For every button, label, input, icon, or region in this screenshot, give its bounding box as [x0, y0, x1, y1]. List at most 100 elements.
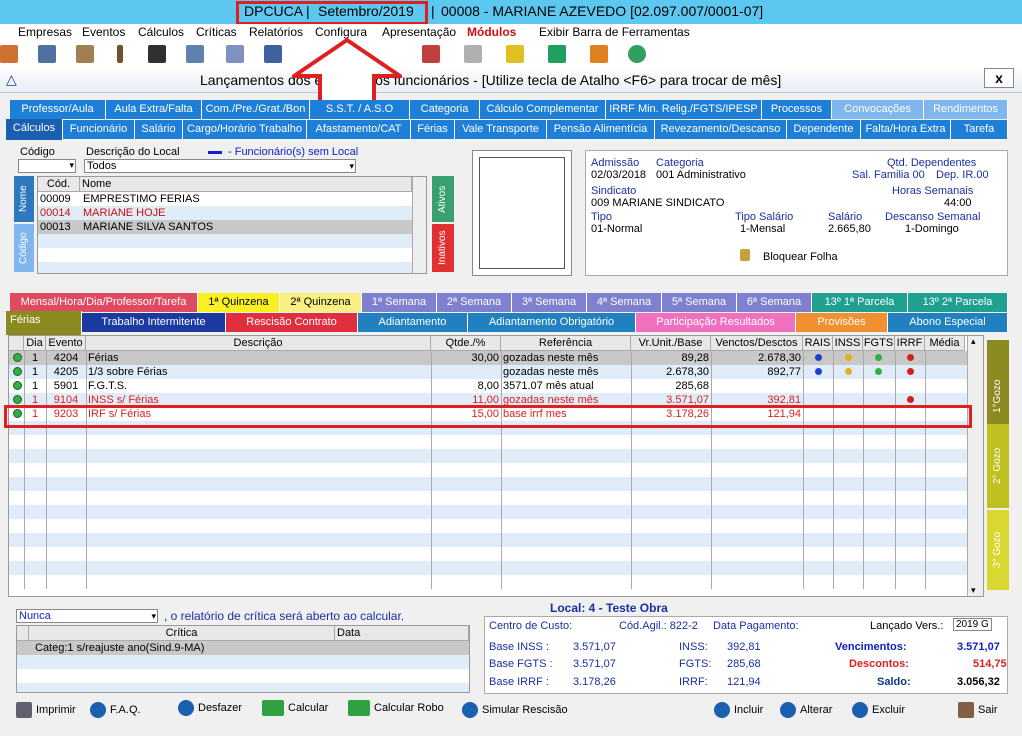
menu-configura[interactable]: Configura [315, 25, 367, 39]
tool-icon-8[interactable] [264, 45, 282, 63]
tab-13-2-parcela[interactable]: 13º 2ª Parcela [908, 293, 1008, 312]
menu-modulos[interactable]: Módulos [467, 25, 516, 39]
tab-adiantamento[interactable]: Adiantamento [358, 313, 468, 332]
employee-row-selected[interactable]: 00013 MARIANE SILVA SANTOS [38, 220, 412, 234]
tab-revezamento[interactable]: Revezamento/Descanso [655, 120, 787, 139]
menu-exibir-barra[interactable]: Exibir Barra de Ferramentas [539, 25, 690, 39]
critica-select[interactable]: Nunca ▾ [16, 609, 158, 623]
menu-calculos[interactable]: Cálculos [138, 25, 184, 39]
tab-2-quinzena[interactable]: 2ª Quinzena [280, 293, 362, 312]
tab-funcionario[interactable]: Funcionário [63, 120, 135, 139]
tab-6-semana[interactable]: 6ª Semana [737, 293, 812, 312]
sair-button[interactable]: Sair [958, 702, 998, 718]
employee-row[interactable]: 00009 EMPRESTIMO FERIAS [38, 192, 412, 206]
tool-icon-12[interactable] [548, 45, 566, 63]
tab-irrf-min[interactable]: IRRF Min. Relig./FGTS/IPESP [606, 100, 762, 119]
check-icon[interactable] [628, 45, 646, 63]
tab-aula-extra[interactable]: Aula Extra/Falta [106, 100, 202, 119]
faq-button[interactable]: F.A.Q. [90, 702, 141, 718]
row-status-icon[interactable] [13, 367, 22, 376]
tab-professor-aula[interactable]: Professor/Aula [10, 100, 106, 119]
tab-calculos[interactable]: Cálculos [6, 119, 63, 140]
simular-rescisao-button[interactable]: Simular Rescisão [462, 702, 568, 718]
desfazer-button[interactable]: Desfazer [178, 700, 242, 716]
tool-icon-7[interactable] [226, 45, 244, 63]
event-row[interactable]: 1 5901 F.G.T.S. 8,00 3571.07 mês atual 285,68 [9, 379, 967, 393]
side-tab-codigo[interactable]: Código [14, 224, 34, 272]
tab-trabalho-intermitente[interactable]: Trabalho Intermitente [82, 313, 226, 332]
calcular-robo-button[interactable]: Calcular Robo [348, 700, 444, 716]
tab-3-semana[interactable]: 3ª Semana [512, 293, 587, 312]
tab-afastamento[interactable]: Afastamento/CAT [307, 120, 411, 139]
critica-row[interactable]: Categ:1 s/reajuste ano(Sind.9-MA) [17, 641, 469, 655]
tab-dependente[interactable]: Dependente [787, 120, 861, 139]
tab-adiantamento-obrigatorio[interactable]: Adiantamento Obrigatório [468, 313, 636, 332]
event-row[interactable]: 1 4204 Férias 30,00 gozadas neste mês 89,28 2.… [9, 351, 967, 365]
tab-salario[interactable]: Salário [135, 120, 183, 139]
menu-empresas[interactable]: Empresas [18, 25, 72, 39]
gozo-2-tab[interactable]: 2° Gozo [987, 424, 1009, 508]
tab-participacao[interactable]: Participação Resultados [636, 313, 796, 332]
menu-criticas[interactable]: Críticas [196, 25, 237, 39]
menu-eventos[interactable]: Eventos [82, 25, 125, 39]
row-status-icon[interactable] [13, 381, 22, 390]
tool-icon-10[interactable] [464, 45, 482, 63]
tab-1-semana[interactable]: 1ª Semana [362, 293, 437, 312]
tab-falta-hora-extra[interactable]: Falta/Hora Extra [861, 120, 951, 139]
tool-icon-3[interactable] [76, 45, 94, 63]
tab-processos[interactable]: Processos [762, 100, 832, 119]
event-row[interactable]: 1 4205 1/3 sobre Férias gozadas neste mês 2.… [9, 365, 967, 379]
tab-2-semana[interactable]: 2ª Semana [437, 293, 512, 312]
incluir-button[interactable]: Incluir [714, 702, 763, 718]
tab-4-semana[interactable]: 4ª Semana [587, 293, 662, 312]
notification-icon[interactable] [590, 45, 608, 63]
tab-rendimentos[interactable]: Rendimentos [924, 100, 1008, 119]
tab-5-semana[interactable]: 5ª Semana [662, 293, 737, 312]
calcular-button[interactable]: Calcular [262, 700, 328, 716]
ativos-tab[interactable]: Ativos [432, 176, 454, 222]
tab-categoria[interactable]: Categoria [410, 100, 480, 119]
row-status-icon[interactable] [13, 395, 22, 404]
tab-13-1-parcela[interactable]: 13º 1ª Parcela [812, 293, 908, 312]
tab-pensao[interactable]: Pensão Alimentícia [547, 120, 655, 139]
menu-relatorios[interactable]: Relatórios [249, 25, 303, 39]
tab-ferias-selected[interactable]: Férias [6, 311, 82, 335]
tab-calculo-complementar[interactable]: Cálculo Complementar [480, 100, 606, 119]
inativos-tab[interactable]: Inativos [432, 224, 454, 272]
tool-icon-9[interactable] [422, 45, 440, 63]
tab-vale-transporte[interactable]: Vale Transporte [455, 120, 547, 139]
side-tab-nome[interactable]: Nome [14, 176, 34, 222]
warning-icon[interactable] [506, 45, 524, 63]
imprimir-button[interactable]: Imprimir [16, 702, 76, 718]
excluir-button[interactable]: Excluir [852, 702, 905, 718]
chevron-down-icon[interactable]: ▾ [971, 585, 976, 596]
tab-rescisao[interactable]: Rescisão Contrato [226, 313, 358, 332]
tab-1-quinzena[interactable]: 1ª Quinzena [198, 293, 280, 312]
tool-icon-6[interactable] [186, 45, 204, 63]
alterar-button[interactable]: Alterar [780, 702, 832, 718]
gozo-3-tab[interactable]: 3° Gozo [987, 510, 1009, 590]
tab-sst-aso[interactable]: S.S.T. / A.S.O [310, 100, 410, 119]
tool-icon-4[interactable] [117, 45, 123, 63]
tab-ferias[interactable]: Férias [411, 120, 455, 139]
tab-convocacoes[interactable]: Convocações [832, 100, 924, 119]
tab-provisoes[interactable]: Provisões [796, 313, 888, 332]
chevron-up-icon[interactable]: ▴ [971, 336, 976, 347]
menu-apresentacao[interactable]: Apresentação [382, 25, 456, 39]
tool-icon-1[interactable] [0, 45, 18, 63]
tool-icon-2[interactable] [38, 45, 56, 63]
close-button[interactable]: x [984, 68, 1014, 88]
bloquear-folha-button[interactable]: Bloquear Folha [763, 251, 838, 263]
events-scrollbar[interactable]: ▴ ▾ [967, 336, 983, 596]
descricao-local-select[interactable]: Todos ▾ [84, 159, 356, 173]
tab-com-pre-grat[interactable]: Com./Pre./Grat./Bon [202, 100, 310, 119]
codigo-select[interactable]: ▾ [18, 159, 76, 173]
tab-abono-especial[interactable]: Abono Especial [888, 313, 1008, 332]
row-status-icon[interactable] [13, 353, 22, 362]
tab-mensal[interactable]: Mensal/Hora/Dia/Professor/Tarefa [10, 293, 198, 312]
tab-cargo-horario[interactable]: Cargo/Horário Trabalho [183, 120, 307, 139]
employee-row[interactable]: 00014 MARIANE HOJE [38, 206, 412, 220]
employee-scrollbar[interactable] [412, 177, 426, 273]
tab-tarefa[interactable]: Tarefa [951, 120, 1008, 139]
tool-icon-5[interactable] [148, 45, 166, 63]
